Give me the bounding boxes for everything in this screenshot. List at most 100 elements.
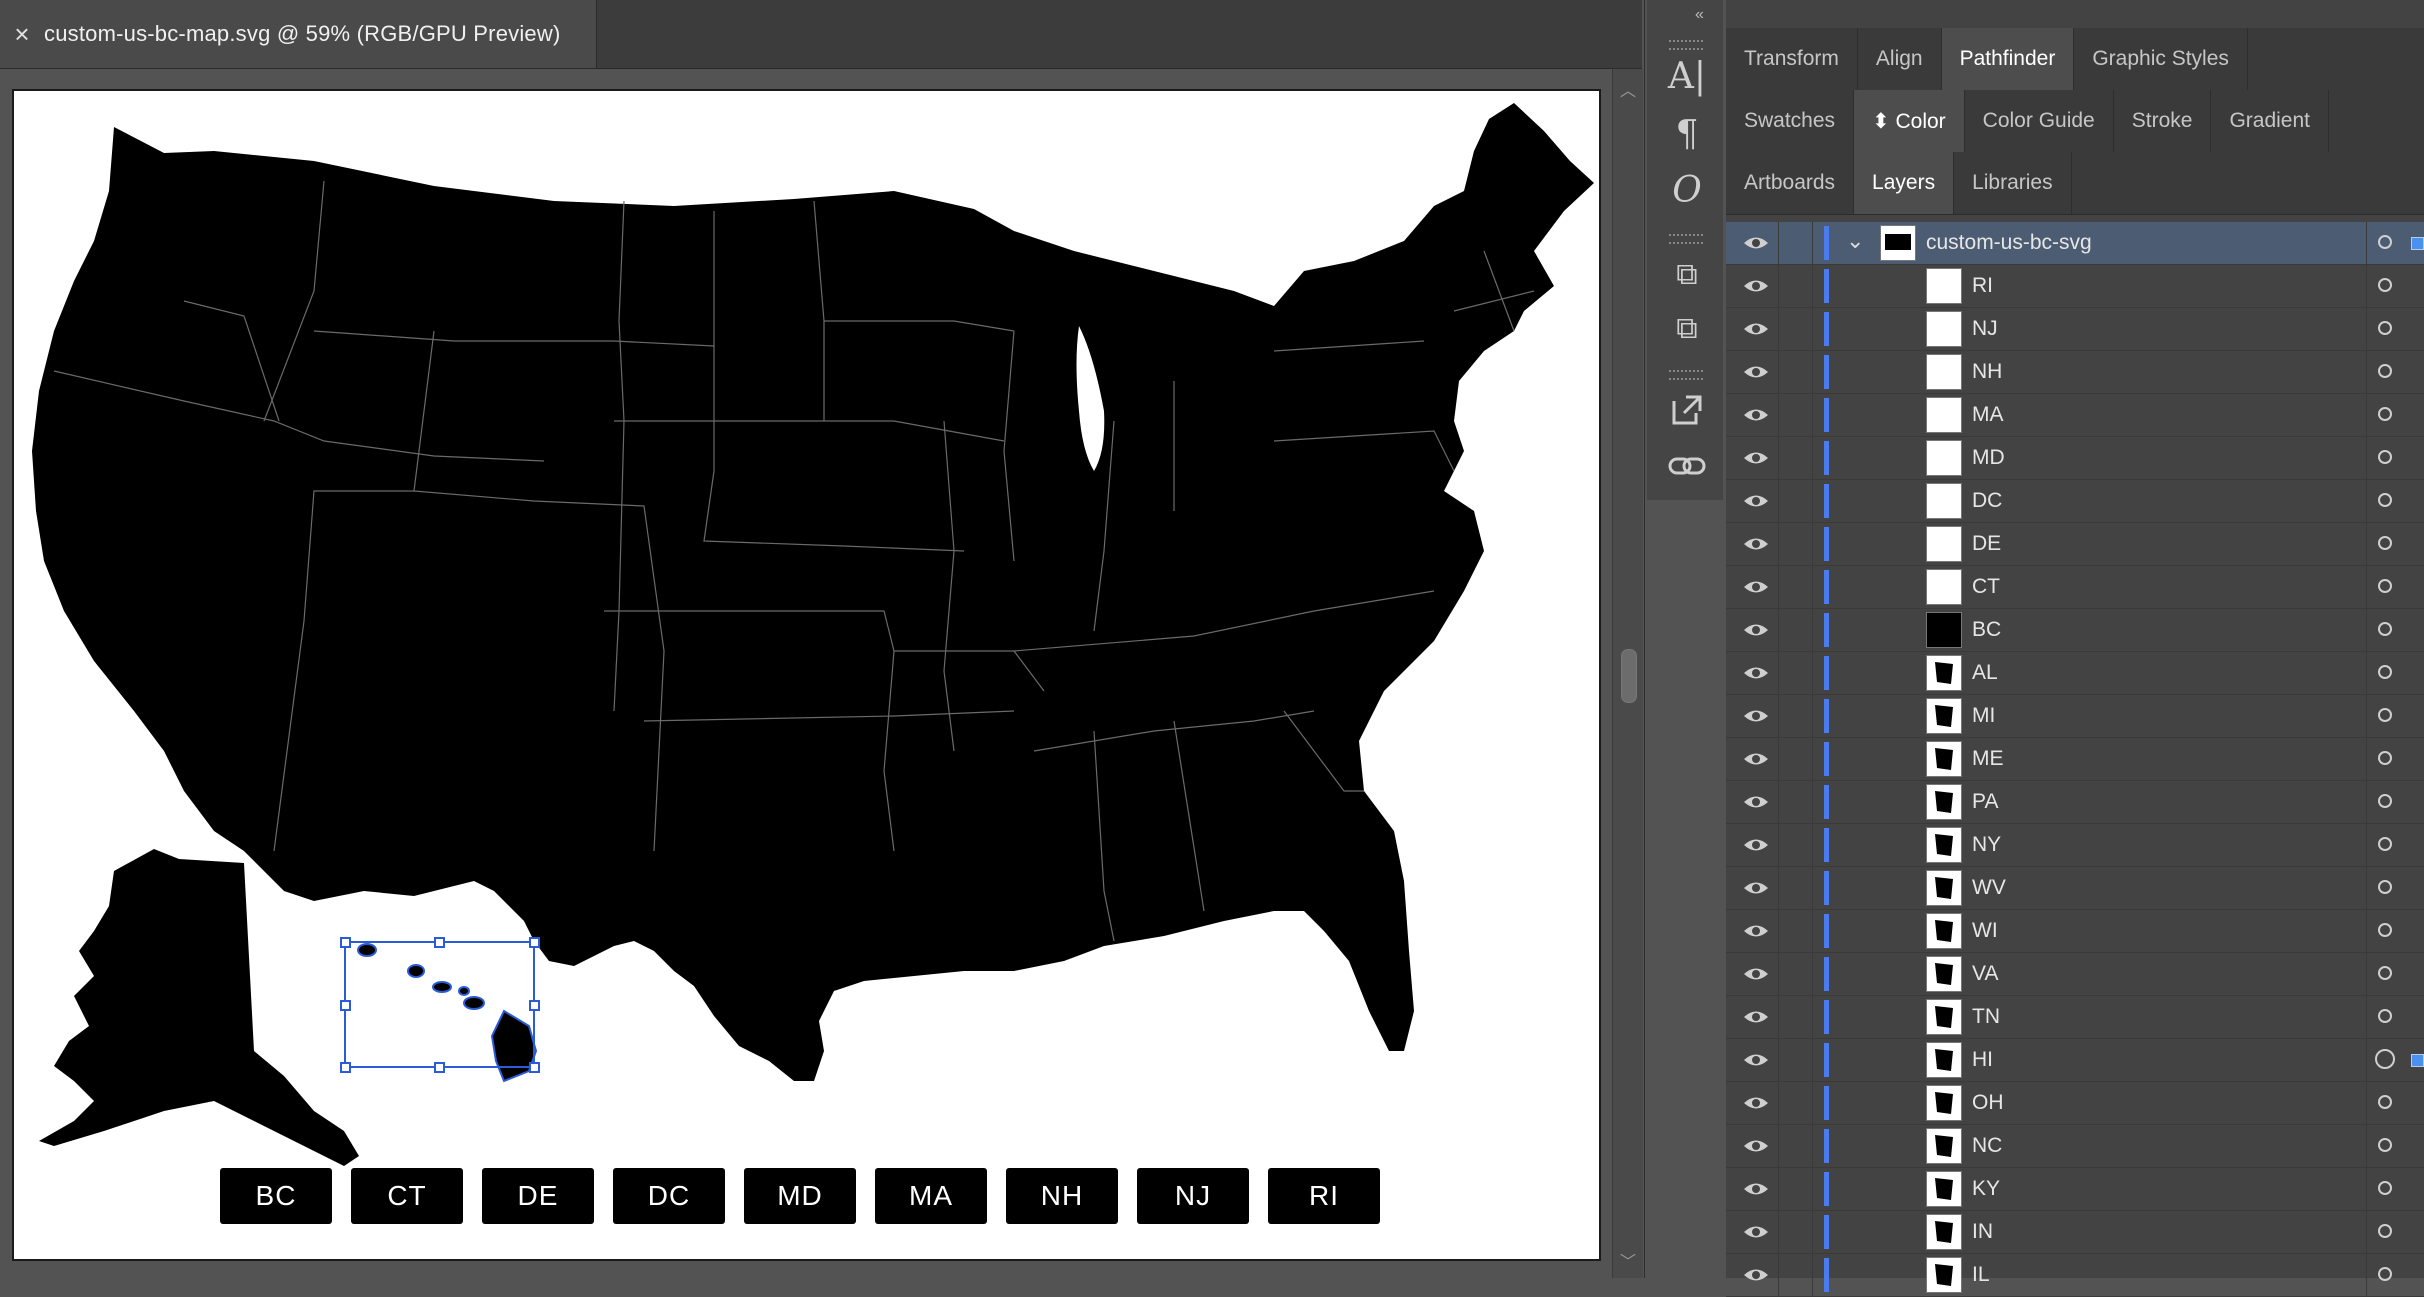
tab-color-guide[interactable]: Color Guide	[1965, 90, 2114, 152]
layer-group-row[interactable]: ⌄ custom-us-bc-svg	[1726, 222, 2424, 265]
state-button-nj[interactable]: NJ	[1137, 1168, 1249, 1224]
target-circle-icon[interactable]	[2378, 579, 2392, 593]
state-button-bc[interactable]: BC	[220, 1168, 332, 1224]
target-circle-icon[interactable]	[2378, 1181, 2392, 1195]
close-tab-icon[interactable]: ×	[0, 19, 44, 50]
opentype-icon[interactable]: O	[1665, 168, 1709, 212]
target-circle-icon[interactable]	[2378, 493, 2392, 507]
visibility-eye-icon[interactable]	[1742, 662, 1770, 684]
target-circle-icon[interactable]	[2378, 407, 2392, 421]
target-circle-icon[interactable]	[2375, 1049, 2395, 1069]
tab-artboards[interactable]: Artboards	[1726, 152, 1855, 214]
target-circle-icon[interactable]	[2378, 837, 2392, 851]
tab-layers[interactable]: Layers	[1854, 152, 1955, 214]
visibility-eye-icon[interactable]	[1742, 318, 1770, 340]
target-circle-icon[interactable]	[2378, 1095, 2392, 1109]
artboard[interactable]: BC CT DE DC MD MA NH NJ RI	[12, 89, 1601, 1261]
visibility-eye-icon[interactable]	[1742, 275, 1770, 297]
lock-column[interactable]	[1778, 265, 1779, 307]
layer-row[interactable]: DC	[1726, 480, 2424, 523]
visibility-eye-icon[interactable]	[1742, 1264, 1770, 1286]
tab-transform[interactable]: Transform	[1726, 28, 1858, 90]
target-circle-icon[interactable]	[2378, 751, 2392, 765]
visibility-eye-icon[interactable]	[1742, 963, 1770, 985]
layer-row[interactable]: VA	[1726, 953, 2424, 996]
export-icon[interactable]	[1665, 388, 1709, 432]
lock-column[interactable]	[1778, 1125, 1779, 1167]
target-circle-icon[interactable]	[2378, 1267, 2392, 1281]
target-circle-icon[interactable]	[2378, 364, 2392, 378]
scroll-down-icon[interactable]: ﹀	[1613, 1248, 1643, 1272]
visibility-eye-icon[interactable]	[1742, 920, 1770, 942]
lock-column[interactable]	[1778, 652, 1779, 694]
canvas-area[interactable]: BC CT DE DC MD MA NH NJ RI	[0, 69, 1612, 1278]
lock-column[interactable]	[1778, 609, 1779, 651]
collapse-panels-icon[interactable]: «	[1695, 6, 1704, 24]
layer-row[interactable]: BC	[1726, 609, 2424, 652]
lock-column[interactable]	[1778, 351, 1779, 393]
state-button-md[interactable]: MD	[744, 1168, 856, 1224]
tab-libraries[interactable]: Libraries	[1954, 152, 2072, 214]
visibility-eye-icon[interactable]	[1742, 576, 1770, 598]
layer-row[interactable]: DE	[1726, 523, 2424, 566]
paragraph-styles-icon[interactable]: ⧉	[1665, 306, 1709, 350]
visibility-eye-icon[interactable]	[1742, 834, 1770, 856]
lock-column[interactable]	[1778, 996, 1779, 1038]
expand-chevron-icon[interactable]: ⌄	[1846, 228, 1864, 254]
visibility-eye-icon[interactable]	[1742, 619, 1770, 641]
lock-column[interactable]	[1778, 566, 1779, 608]
grip-icon[interactable]	[1669, 40, 1703, 50]
visibility-eye-icon[interactable]	[1742, 232, 1770, 254]
layer-row[interactable]: WI	[1726, 910, 2424, 953]
target-circle-icon[interactable]	[2378, 1224, 2392, 1238]
hawaii-shape[interactable]	[357, 943, 538, 1083]
target-circle-icon[interactable]	[2378, 278, 2392, 292]
target-circle-icon[interactable]	[2378, 966, 2392, 980]
layer-row[interactable]: MA	[1726, 394, 2424, 437]
lock-column[interactable]	[1778, 1211, 1779, 1253]
target-circle-icon[interactable]	[2378, 708, 2392, 722]
layer-row[interactable]: CT	[1726, 566, 2424, 609]
lock-column[interactable]	[1778, 480, 1779, 522]
lock-column[interactable]	[1778, 1082, 1779, 1124]
target-circle-icon[interactable]	[2378, 235, 2392, 249]
state-button-ma[interactable]: MA	[875, 1168, 987, 1224]
layer-row[interactable]: NC	[1726, 1125, 2424, 1168]
lock-column[interactable]	[1778, 222, 1779, 264]
layer-row[interactable]: NY	[1726, 824, 2424, 867]
visibility-eye-icon[interactable]	[1742, 1006, 1770, 1028]
layer-row[interactable]: AL	[1726, 652, 2424, 695]
us-map[interactable]	[14, 91, 1599, 1259]
target-circle-icon[interactable]	[2378, 536, 2392, 550]
layer-row[interactable]: IN	[1726, 1211, 2424, 1254]
visibility-eye-icon[interactable]	[1742, 533, 1770, 555]
document-tab[interactable]: × custom-us-bc-map.svg @ 59% (RGB/GPU Pr…	[0, 0, 597, 68]
state-button-de[interactable]: DE	[482, 1168, 594, 1224]
lock-column[interactable]	[1778, 394, 1779, 436]
layer-row[interactable]: TN	[1726, 996, 2424, 1039]
target-circle-icon[interactable]	[2378, 923, 2392, 937]
canvas-vertical-scrollbar[interactable]: ︿ ﹀	[1612, 69, 1643, 1278]
layer-row[interactable]: MD	[1726, 437, 2424, 480]
layer-row[interactable]: RI	[1726, 265, 2424, 308]
tab-swatches[interactable]: Swatches	[1726, 90, 1855, 152]
lock-column[interactable]	[1778, 308, 1779, 350]
lock-column[interactable]	[1778, 1254, 1779, 1296]
target-circle-icon[interactable]	[2378, 450, 2392, 464]
lock-column[interactable]	[1778, 824, 1779, 866]
lock-column[interactable]	[1778, 523, 1779, 565]
character-styles-icon[interactable]: ⧉	[1665, 252, 1709, 296]
grip-icon[interactable]	[1669, 370, 1703, 380]
tab-stroke[interactable]: Stroke	[2114, 90, 2212, 152]
visibility-eye-icon[interactable]	[1742, 361, 1770, 383]
lock-column[interactable]	[1778, 1168, 1779, 1210]
visibility-eye-icon[interactable]	[1742, 447, 1770, 469]
lock-column[interactable]	[1778, 781, 1779, 823]
visibility-eye-icon[interactable]	[1742, 1135, 1770, 1157]
target-circle-icon[interactable]	[2378, 321, 2392, 335]
visibility-eye-icon[interactable]	[1742, 748, 1770, 770]
state-button-ri[interactable]: RI	[1268, 1168, 1380, 1224]
visibility-eye-icon[interactable]	[1742, 1178, 1770, 1200]
grip-icon[interactable]	[1669, 234, 1703, 244]
target-circle-icon[interactable]	[2378, 1009, 2392, 1023]
